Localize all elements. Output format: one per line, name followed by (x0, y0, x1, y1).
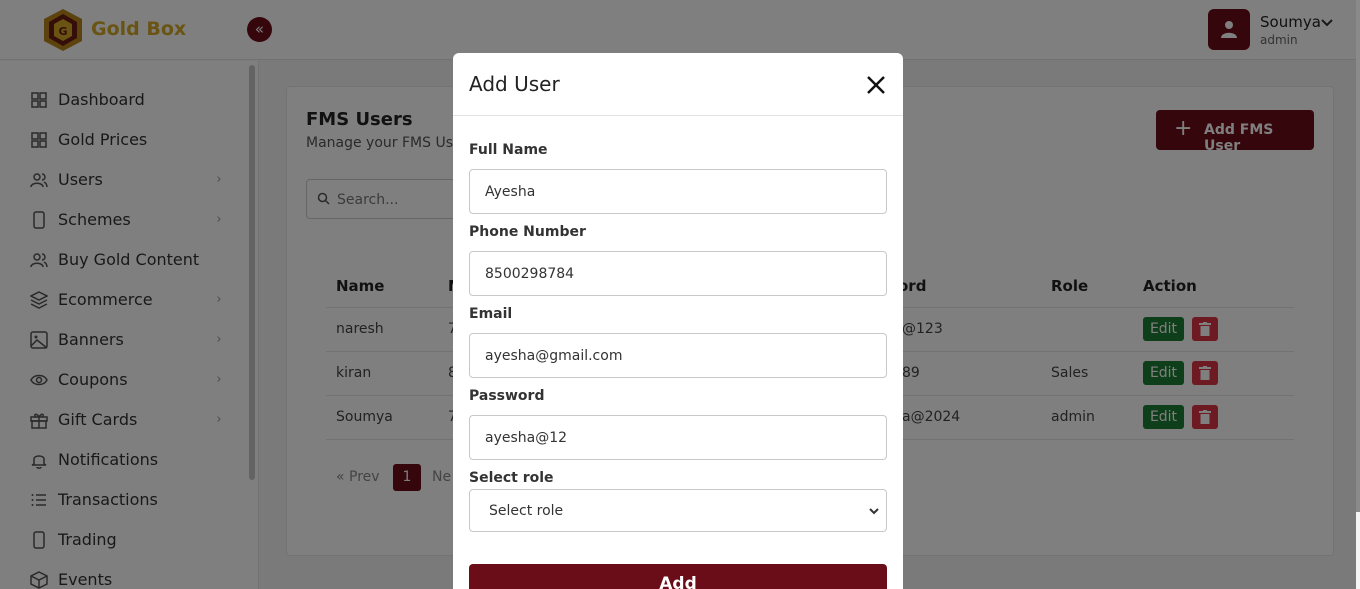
window-edge (1356, 0, 1360, 512)
role-label: Select role (469, 470, 554, 486)
email-field[interactable] (469, 333, 887, 378)
close-icon[interactable] (865, 74, 887, 96)
add-user-modal: Add User Full Name Phone Number Email Pa… (453, 53, 903, 589)
modal-header: Add User (453, 53, 903, 116)
role-select[interactable]: Select role (469, 489, 887, 532)
role-select-value: Select role (489, 503, 564, 519)
chevron-down-icon (869, 508, 879, 515)
password-field[interactable] (469, 415, 887, 460)
modal-title: Add User (469, 72, 560, 96)
phone-field[interactable] (469, 251, 887, 296)
add-user-submit-button[interactable]: Add (469, 564, 887, 589)
full-name-field[interactable] (469, 169, 887, 214)
phone-label: Phone Number (469, 224, 586, 240)
email-label: Email (469, 306, 513, 322)
full-name-label: Full Name (469, 142, 548, 158)
password-label: Password (469, 388, 545, 404)
